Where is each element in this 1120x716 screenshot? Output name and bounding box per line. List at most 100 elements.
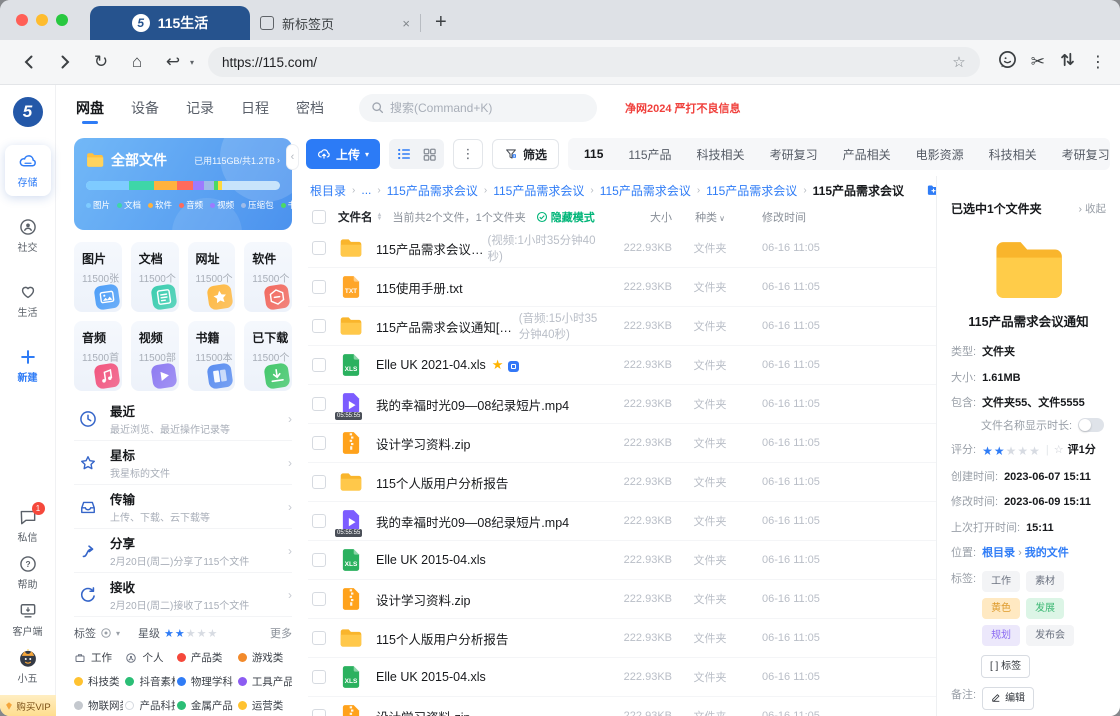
column-size[interactable]: 大小 xyxy=(598,209,672,225)
chevron-down-icon[interactable]: ▾ xyxy=(190,58,194,67)
file-name[interactable]: 115个人版用户分析报告 xyxy=(376,629,508,648)
detail-tag-chip[interactable]: 发展 xyxy=(1026,598,1064,619)
category-image[interactable]: 图片 11500张 xyxy=(74,242,122,312)
nav-tab-密档[interactable]: 密档 xyxy=(296,96,324,120)
url-text[interactable]: https://115.com/ xyxy=(222,55,317,70)
tags-title[interactable]: 标签 xyxy=(74,625,96,641)
row-checkbox[interactable] xyxy=(312,709,326,716)
browser-tab-active[interactable]: 5 115生活 xyxy=(90,6,250,40)
sort-extension-icon[interactable] xyxy=(1059,51,1076,73)
rate-action[interactable]: 评1分 xyxy=(1068,442,1096,459)
file-name[interactable]: 115个人版用户分析报告 xyxy=(376,473,508,492)
row-checkbox[interactable] xyxy=(312,514,326,528)
row-checkbox[interactable] xyxy=(312,553,326,567)
nav-tab-设备[interactable]: 设备 xyxy=(131,96,159,120)
detail-tag-chip[interactable]: 发布会 xyxy=(1026,625,1074,646)
table-row[interactable]: 115产品需求会议通知(视频:1小时35分钟40秒) 222.93KB 文件夹 … xyxy=(308,229,936,268)
upload-button[interactable]: 上传 ▾ xyxy=(306,139,380,169)
file-name[interactable]: 115使用手册.txt xyxy=(376,278,463,297)
reload-button[interactable]: ↻ xyxy=(86,47,116,77)
back-button[interactable] xyxy=(14,47,44,77)
hidden-mode-toggle[interactable]: 隐藏模式 xyxy=(536,209,595,225)
shortcut-star[interactable]: 星标我星标的文件 › xyxy=(74,441,292,485)
filter-button[interactable]: 筛选 xyxy=(492,139,559,169)
row-checkbox[interactable] xyxy=(312,631,326,645)
row-checkbox[interactable] xyxy=(312,397,326,411)
star-icon[interactable]: ★ xyxy=(164,628,175,640)
column-name[interactable]: 文件名 xyxy=(338,209,373,225)
table-row[interactable]: 设计学习资料.zip 222.93KB 文件夹 06-16 11:05 xyxy=(308,580,936,619)
breadcrumb-item[interactable]: 115产品需求会议 xyxy=(600,182,691,199)
all-files-card[interactable]: 全部文件 已用115GB/共1.2TB› 图片文档软件音频视频压缩包书籍其它 xyxy=(74,138,292,230)
folder-tab[interactable]: 115产品 xyxy=(628,146,671,163)
rail-item-help[interactable]: ? 帮助 xyxy=(18,554,38,591)
breadcrumb-item[interactable]: 根目录 xyxy=(310,182,346,199)
file-name[interactable]: 设计学习资料.zip xyxy=(376,590,470,609)
table-row[interactable]: 115产品需求会议通知[附与会人员信息表](音频:15小时35分钟40秒) 22… xyxy=(308,307,936,346)
table-row[interactable]: 设计学习资料.zip 222.93KB 文件夹 06-16 11:05 xyxy=(308,424,936,463)
sidebar-item-plus[interactable]: 新建 xyxy=(5,340,51,391)
scissors-extension-icon[interactable]: ✂ xyxy=(1031,52,1045,72)
star-icon[interactable]: ★ xyxy=(982,444,994,458)
category-play[interactable]: 视频 11500部 xyxy=(131,321,179,391)
file-name[interactable]: 我的幸福时光09—08纪录短片.mp4 xyxy=(376,512,569,531)
star-icon[interactable]: ★ xyxy=(175,628,186,640)
column-kind[interactable]: 种类∨ xyxy=(672,209,748,225)
row-checkbox[interactable] xyxy=(312,319,326,333)
table-row[interactable]: 115个人版用户分析报告 222.93KB 文件夹 06-16 11:05 xyxy=(308,463,936,502)
tag-item[interactable]: 产品科技 xyxy=(125,698,174,713)
star-icon[interactable]: ★ xyxy=(197,628,208,640)
file-name[interactable]: 设计学习资料.zip xyxy=(376,707,470,716)
forward-button[interactable] xyxy=(50,47,80,77)
detail-tag-chip[interactable]: 黄色 xyxy=(982,598,1020,619)
row-checkbox[interactable] xyxy=(312,475,326,489)
close-window-button[interactable] xyxy=(16,14,28,26)
table-row[interactable]: TXT 115使用手册.txt 222.93KB 文件夹 06-16 11:05 xyxy=(308,268,936,307)
buy-vip-button[interactable]: 购买VIP xyxy=(0,695,56,716)
detail-tag-chip[interactable]: 规划 xyxy=(982,625,1020,646)
address-bar[interactable]: https://115.com/ ☆ xyxy=(208,47,980,77)
shortcut-tray[interactable]: 传输上传、下载、云下载等 › xyxy=(74,485,292,529)
storage-usage[interactable]: 已用115GB/共1.2TB› xyxy=(194,154,280,167)
browser-menu-icon[interactable]: ⋮ xyxy=(1090,52,1106,72)
table-row[interactable]: 05:55:55 我的幸福时光09—08纪录短片.mp4 222.93KB 文件… xyxy=(308,502,936,541)
tags-more-link[interactable]: 更多 xyxy=(270,625,292,641)
folder-tab[interactable]: 电影资源 xyxy=(916,146,964,163)
folder-tab[interactable]: 115 xyxy=(584,147,603,161)
115-logo[interactable]: 5 xyxy=(13,97,43,127)
eye-icon[interactable] xyxy=(100,627,112,639)
row-checkbox[interactable] xyxy=(312,592,326,606)
shortcut-share[interactable]: 分享2月20日(周二)分享了115个文件 › xyxy=(74,529,292,573)
folder-tab[interactable]: 产品相关 xyxy=(843,146,891,163)
zoom-window-button[interactable] xyxy=(56,14,68,26)
folder-tab[interactable]: 考研复习 xyxy=(770,146,818,163)
table-row[interactable]: XLS Elle UK 2015-04.xls 222.93KB 文件夹 06-… xyxy=(308,541,936,580)
new-folder-button[interactable]: 新建文件夹 xyxy=(926,182,936,199)
folder-tab[interactable]: 科技相关 xyxy=(697,146,745,163)
nav-tab-日程[interactable]: 日程 xyxy=(241,96,269,120)
tag-item[interactable]: 科技类 xyxy=(74,674,123,689)
shortcut-receive[interactable]: 接收2月20日(周二)接收了115个文件 › xyxy=(74,573,292,617)
minimize-window-button[interactable] xyxy=(36,14,48,26)
detail-tag-chip[interactable]: 工作 xyxy=(982,571,1020,592)
table-row[interactable]: 设计学习资料.zip 222.93KB 文件夹 06-16 11:05 xyxy=(308,697,936,716)
nav-tab-记录[interactable]: 记录 xyxy=(186,96,214,120)
history-back-menu-button[interactable]: ↩ xyxy=(158,47,188,77)
tag-item[interactable]: 产品类 xyxy=(177,650,236,665)
sidebar-item-social[interactable]: 社交 xyxy=(5,210,51,261)
detail-tag-chip[interactable]: 素材 xyxy=(1026,571,1064,592)
file-name[interactable]: 我的幸福时光09—08纪录短片.mp4 xyxy=(376,395,569,414)
search-input[interactable]: 搜索(Command+K) xyxy=(359,94,597,122)
sidebar-collapse-handle[interactable]: ‹ xyxy=(286,144,299,170)
star-icon[interactable]: ★ xyxy=(208,628,219,640)
table-row[interactable]: XLS Elle UK 2015-04.xls 222.93KB 文件夹 06-… xyxy=(308,658,936,697)
file-name[interactable]: 设计学习资料.zip xyxy=(376,434,470,453)
file-name[interactable]: Elle UK 2015-04.xls xyxy=(376,553,486,567)
breadcrumb-item[interactable]: 115产品需求会议 xyxy=(706,182,797,199)
location-root-link[interactable]: 根目录 xyxy=(982,547,1015,559)
star-icon[interactable]: ★ xyxy=(1006,444,1018,458)
row-checkbox[interactable] xyxy=(312,436,326,450)
tag-item[interactable]: 个人 xyxy=(125,650,174,665)
tag-item[interactable]: 抖音素材 xyxy=(125,674,174,689)
category-app[interactable]: 软件 11500个 xyxy=(244,242,292,312)
